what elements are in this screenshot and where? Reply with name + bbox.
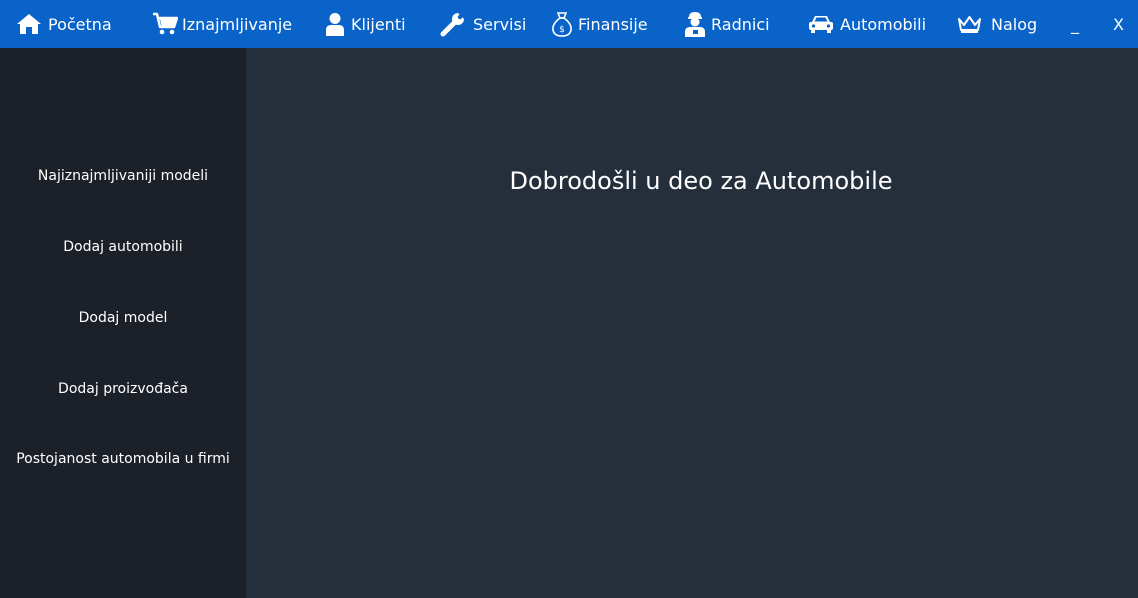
minimize-button[interactable]: _ (1071, 0, 1079, 48)
nav-item-pocetna[interactable]: Početna (16, 0, 112, 48)
nav-item-nalog[interactable]: Nalog (957, 0, 1037, 48)
nav-item-label: Automobili (840, 14, 927, 34)
nav-item-iznajmljivanje[interactable]: Iznajmljivanje (152, 0, 292, 48)
svg-text:$: $ (559, 25, 565, 35)
wrench-icon (440, 11, 466, 37)
home-icon (16, 13, 42, 35)
worker-icon (684, 11, 706, 37)
sidebar-item-dodaj-model[interactable]: Dodaj model (0, 310, 246, 326)
user-icon (325, 12, 345, 36)
sidebar-item-dodaj-automobili[interactable]: Dodaj automobili (0, 239, 246, 255)
money-bag-icon: $ (551, 11, 573, 37)
sidebar: Najiznajmljivaniji modeli Dodaj automobi… (0, 48, 246, 598)
nav-item-klijenti[interactable]: Klijenti (325, 0, 406, 48)
nav-item-label: Početna (48, 14, 112, 34)
sidebar-item-dodaj-proizvodjaca[interactable]: Dodaj proizvođača (0, 381, 246, 397)
close-button[interactable]: X (1113, 0, 1124, 48)
top-navigation-bar: Početna Iznajmljivanje Klijenti Servisi … (0, 0, 1138, 48)
car-icon (808, 14, 834, 34)
nav-item-label: Klijenti (351, 14, 406, 34)
nav-item-automobili[interactable]: Automobili (808, 0, 926, 48)
main-content: Dobrodošli u deo za Automobile (246, 48, 1138, 598)
nav-item-radnici[interactable]: Radnici (684, 0, 770, 48)
nav-item-servisi[interactable]: Servisi (440, 0, 526, 48)
nav-item-label: Servisi (473, 14, 527, 34)
nav-item-finansije[interactable]: $ Finansije (551, 0, 648, 48)
sidebar-item-postojanost-automobila[interactable]: Postojanost automobila u firmi (0, 451, 246, 467)
nav-item-label: Radnici (711, 14, 770, 34)
sidebar-item-najiznajmljivaniji-modeli[interactable]: Najiznajmljivaniji modeli (0, 168, 246, 184)
nav-item-label: Iznajmljivanje (182, 14, 293, 34)
nav-item-label: Nalog (991, 14, 1038, 34)
crown-icon (957, 14, 982, 34)
welcome-heading: Dobrodošli u deo za Automobile (509, 167, 893, 195)
nav-item-label: Finansije (578, 14, 648, 34)
cart-icon (152, 12, 178, 36)
